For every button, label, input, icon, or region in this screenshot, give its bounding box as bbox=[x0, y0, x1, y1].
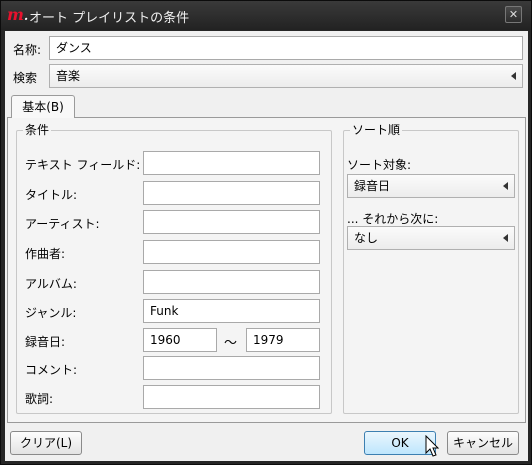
text-field-label: テキスト フィールド: bbox=[25, 158, 141, 172]
sort-target-label: ソート対象: bbox=[347, 158, 412, 172]
sort-order-group: ソート順 ソート対象: 録音日 ... それから次に: なし bbox=[343, 123, 519, 414]
app-logo-letter: m bbox=[7, 5, 24, 24]
name-label: 名称: bbox=[13, 43, 42, 57]
dialog-body: 名称: ダンス 検索 音楽 条件 テキスト フィールド: タイトル: アーティス… bbox=[5, 31, 528, 461]
search-label: 検索 bbox=[13, 71, 38, 85]
app-logo-icon: m. bbox=[7, 5, 29, 24]
conditions-legend: 条件 bbox=[23, 123, 52, 137]
cancel-button[interactable]: キャンセル bbox=[447, 431, 519, 455]
dropdown-arrow-icon bbox=[511, 72, 516, 80]
artist-label: アーティスト: bbox=[25, 217, 100, 231]
album-label: アルバム: bbox=[25, 277, 77, 291]
comment-label: コメント: bbox=[25, 363, 78, 377]
search-combo-value: 音楽 bbox=[56, 69, 81, 83]
title-label: タイトル: bbox=[25, 188, 78, 202]
composer-label: 作曲者: bbox=[25, 247, 66, 261]
search-combo[interactable]: 音楽 bbox=[49, 64, 523, 88]
lyrics-input[interactable] bbox=[143, 385, 320, 409]
date-from-input[interactable]: 1960 bbox=[143, 328, 217, 352]
clear-button[interactable]: クリア(L) bbox=[10, 431, 82, 455]
mouse-cursor-icon bbox=[425, 435, 440, 457]
dropdown-arrow-icon bbox=[503, 182, 508, 190]
text-field-input[interactable] bbox=[143, 151, 320, 175]
conditions-group: 条件 テキスト フィールド: タイトル: アーティスト: 作曲者: アルバム: … bbox=[16, 123, 332, 414]
window-title: オート プレイリストの条件 bbox=[29, 11, 190, 26]
comment-input[interactable] bbox=[143, 356, 320, 380]
dialog-window: m. オート プレイリストの条件 ✕ 名称: ダンス 検索 音楽 条件 テキスト… bbox=[0, 0, 532, 465]
date-range-separator: ～ bbox=[224, 336, 238, 351]
composer-input[interactable] bbox=[143, 240, 320, 264]
artist-input[interactable] bbox=[143, 210, 320, 234]
genre-label: ジャンル: bbox=[25, 306, 77, 320]
tab-panel-basic: 条件 テキスト フィールド: タイトル: アーティスト: 作曲者: アルバム: … bbox=[7, 117, 526, 423]
then-by-label: ... それから次に: bbox=[347, 212, 439, 226]
sort-target-combo[interactable]: 録音日 bbox=[347, 174, 515, 198]
genre-input[interactable]: Funk bbox=[143, 299, 320, 323]
close-button[interactable]: ✕ bbox=[505, 6, 522, 23]
dropdown-arrow-icon bbox=[503, 234, 508, 242]
sort-order-legend: ソート順 bbox=[350, 123, 403, 137]
then-by-value: なし bbox=[354, 231, 379, 245]
title-input[interactable] bbox=[143, 181, 320, 205]
then-by-combo[interactable]: なし bbox=[347, 226, 515, 250]
tab-basic[interactable]: 基本(B) bbox=[11, 95, 75, 118]
title-bar[interactable]: m. オート プレイリストの条件 ✕ bbox=[1, 1, 531, 30]
lyrics-label: 歌詞: bbox=[25, 392, 54, 406]
recording-date-label: 録音日: bbox=[25, 335, 66, 349]
close-icon: ✕ bbox=[508, 8, 519, 21]
sort-target-value: 録音日 bbox=[354, 179, 391, 193]
name-input[interactable]: ダンス bbox=[49, 36, 523, 60]
date-to-input[interactable]: 1979 bbox=[246, 328, 320, 352]
album-input[interactable] bbox=[143, 270, 320, 294]
